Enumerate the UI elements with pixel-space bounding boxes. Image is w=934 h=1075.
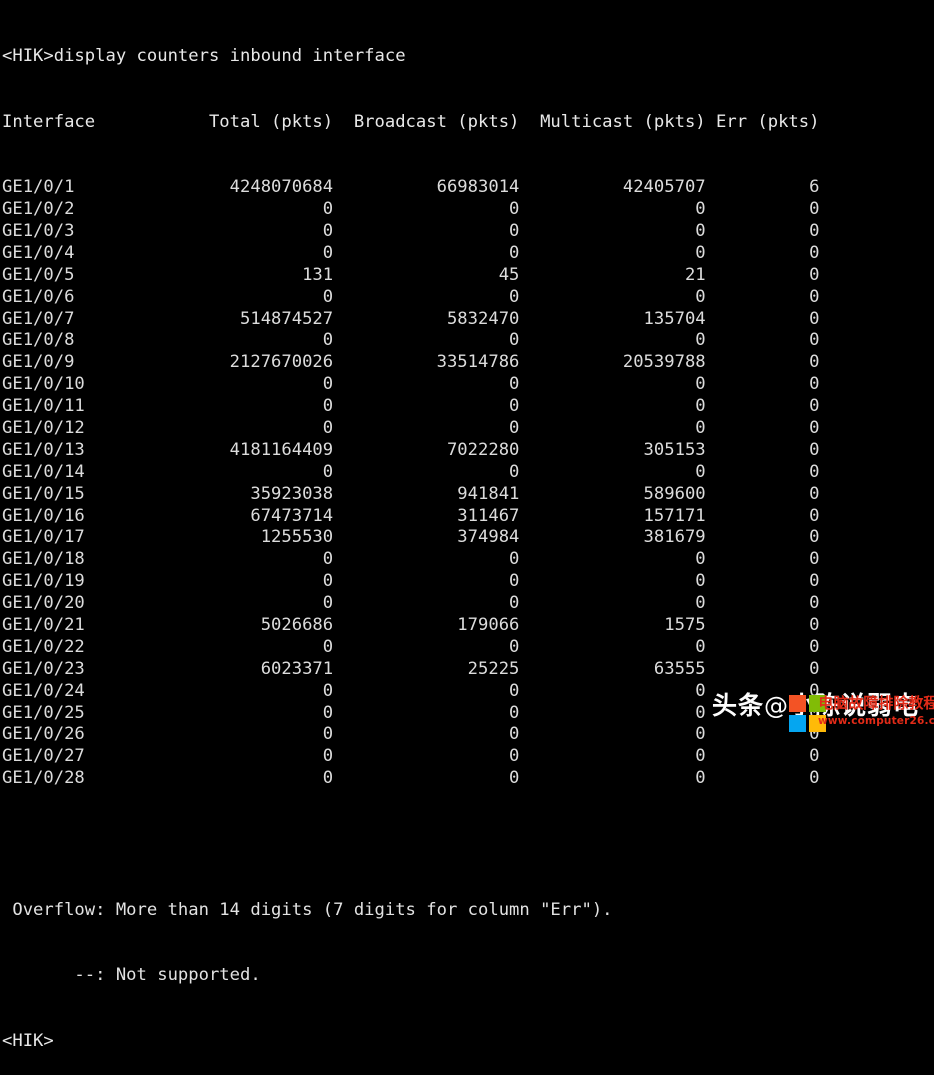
table-row: GE1/0/3 0 0 0 0 <box>2 221 820 241</box>
table-header-row: Interface Total (pkts) Broadcast (pkts) … <box>2 112 934 134</box>
table-row: GE1/0/1 4248070684 66983014 42405707 6 <box>2 177 820 198</box>
overflow-note: Overflow: More than 14 digits (7 digits … <box>2 899 613 920</box>
table-row: GE1/0/28 0 0 0 0 <box>2 768 820 789</box>
table-row: GE1/0/11 0 0 0 0 <box>2 396 820 417</box>
table-row: GE1/0/23 6023371 25225 63555 0 <box>2 658 820 679</box>
table-row: GE1/0/4 0 0 0 0 <box>2 242 820 263</box>
table-row: GE1/0/15 35923038 941841 589600 0 <box>2 483 820 504</box>
table-row: GE1/0/20 0 0 0 0 <box>2 593 820 614</box>
table-row: GE1/0/2 0 0 0 0 <box>2 199 820 220</box>
watermark-toutiao-brand: 头条 <box>712 691 765 720</box>
table-row: GE1/0/8 0 0 0 0 <box>2 330 820 351</box>
table-row: GE1/0/21 5026686 179066 1575 0 <box>2 615 820 636</box>
table-row: GE1/0/6 0 0 0 0 <box>2 286 820 307</box>
table-row: GE1/0/10 0 0 0 0 <box>2 374 820 395</box>
table-row: GE1/0/17 1255530 374984 381679 0 <box>2 527 820 548</box>
terminal-screen[interactable]: <HIK>display counters inbound interface … <box>0 0 934 1051</box>
command-line: <HIK>display counters inbound interface <box>2 45 406 66</box>
watermark-site: 电脑故障排除教程网 www.computer26.com <box>818 694 934 727</box>
table-row: GE1/0/12 0 0 0 0 <box>2 418 820 439</box>
table-row: GE1/0/16 67473714 311467 157171 0 <box>2 505 820 526</box>
table-row: GE1/0/22 0 0 0 0 <box>2 636 820 657</box>
table-row: GE1/0/13 4181164409 7022280 305153 0 <box>2 439 820 460</box>
shell-prompt[interactable]: <HIK> <box>2 1031 934 1053</box>
table-row: GE1/0/14 0 0 0 0 <box>2 461 820 482</box>
table-row: GE1/0/9 2127670026 33514786 20539788 0 <box>2 352 820 373</box>
watermark-site-name: 电脑故障排除教程网 <box>818 694 934 712</box>
watermark-at-symbol: @ <box>764 692 790 720</box>
table-header-text: Interface Total (pkts) Broadcast (pkts) … <box>2 111 820 132</box>
table-row: GE1/0/18 0 0 0 0 <box>2 549 820 570</box>
unsupported-note: --: Not supported. <box>2 965 261 986</box>
table-row: GE1/0/5 131 45 21 0 <box>2 264 820 285</box>
watermark-site-url: www.computer26.com <box>818 714 934 727</box>
table-row: GE1/0/7 514874527 5832470 135704 0 <box>2 308 820 329</box>
table-row: GE1/0/19 0 0 0 0 <box>2 571 820 592</box>
table-row: GE1/0/27 0 0 0 0 <box>2 746 820 767</box>
